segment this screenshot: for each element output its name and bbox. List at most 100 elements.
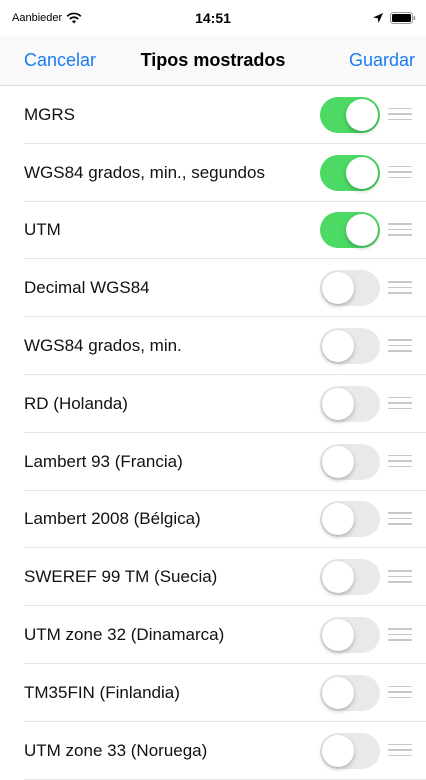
reorder-handle-line [388, 696, 412, 699]
cancel-button[interactable]: Cancelar [24, 50, 96, 71]
visibility-toggle[interactable] [320, 617, 380, 654]
reorder-handle-line [388, 754, 412, 757]
reorder-handle-icon[interactable] [388, 223, 412, 237]
list-item-label: Lambert 2008 (Bélgica) [24, 509, 201, 529]
reorder-handle-line [388, 165, 412, 168]
reorder-handle-line [388, 339, 412, 341]
toggle-knob [322, 561, 354, 594]
reorder-handle-line [388, 460, 412, 462]
reorder-handle-line [388, 512, 412, 514]
toggle-knob [322, 503, 354, 536]
list-item-label: WGS84 grados, min. [24, 336, 182, 356]
reorder-handle-line [388, 234, 412, 236]
reorder-handle-line [388, 286, 412, 289]
toggle-knob [322, 330, 354, 363]
list-item: Decimal WGS84 [0, 259, 426, 317]
reorder-handle-icon[interactable] [388, 454, 412, 469]
status-bar: Aanbieder 14:51 [0, 0, 426, 36]
reorder-handle-line [388, 581, 412, 583]
reorder-handle-line [388, 743, 412, 746]
visibility-toggle[interactable] [320, 385, 380, 422]
toggle-knob [346, 156, 378, 189]
visibility-toggle[interactable] [320, 674, 380, 711]
list-item: RD (Holanda) [0, 375, 426, 433]
list-item-label: UTM zone 33 (Noruega) [24, 740, 208, 760]
toggle-knob [322, 445, 354, 478]
reorder-handle-line [388, 628, 412, 630]
list-item-label: Lambert 93 (Francia) [24, 451, 183, 471]
save-button[interactable]: Guardar [349, 50, 415, 71]
reorder-handle-line [388, 292, 412, 294]
reorder-handle-line [388, 344, 412, 347]
list-item: MGRS [0, 86, 426, 144]
location-arrow-icon [373, 13, 383, 23]
list-item-label: UTM zone 32 (Dinamarca) [24, 625, 225, 645]
reorder-handle-line [388, 691, 412, 693]
toggle-knob [322, 619, 354, 652]
reorder-handle-line [388, 113, 412, 115]
reorder-handle-line [388, 575, 412, 578]
reorder-handle-line [388, 118, 412, 121]
list-item: UTM zone 33 (Noruega) [0, 722, 426, 780]
reorder-handle-line [388, 570, 412, 572]
navigation-bar: Cancelar Tipos mostrados Guardar [0, 36, 426, 86]
visibility-toggle[interactable] [320, 154, 380, 191]
visibility-toggle[interactable] [320, 559, 380, 596]
toggle-knob [322, 387, 354, 420]
reorder-handle-icon[interactable] [388, 512, 412, 526]
visibility-toggle[interactable] [320, 212, 380, 249]
visibility-toggle[interactable] [320, 732, 380, 769]
toggle-knob [322, 734, 354, 767]
reorder-handle-line [388, 517, 412, 520]
reorder-handle-icon[interactable] [388, 281, 412, 295]
reorder-handle-icon[interactable] [388, 570, 412, 584]
reorder-handle-line [388, 523, 412, 525]
reorder-handle-icon[interactable] [388, 339, 412, 353]
list-item: Lambert 2008 (Bélgica) [0, 491, 426, 549]
reorder-handle-line [388, 639, 412, 641]
visibility-toggle[interactable] [320, 501, 380, 538]
reorder-handle-line [388, 107, 412, 110]
reorder-handle-line [388, 171, 412, 173]
list-item: TM35FIN (Finlandia) [0, 664, 426, 722]
reorder-handle-line [388, 407, 412, 410]
visibility-toggle[interactable] [320, 328, 380, 365]
reorder-handle-line [388, 396, 412, 399]
reorder-handle-icon[interactable] [388, 396, 412, 411]
reorder-handle-icon[interactable] [388, 685, 412, 700]
reorder-handle-icon[interactable] [388, 165, 412, 180]
reorder-handle-line [388, 350, 412, 352]
battery-icon [390, 12, 416, 24]
list-item: Lambert 93 (Francia) [0, 433, 426, 491]
reorder-handle-line [388, 633, 412, 636]
visibility-toggle[interactable] [320, 443, 380, 480]
list-item: WGS84 grados, min., segundos [0, 144, 426, 202]
list-item-label: SWEREF 99 TM (Suecia) [24, 567, 218, 587]
coordinate-types-list: MGRS WGS84 grados, min., segundos UTM Decim… [0, 86, 426, 780]
toggle-knob [322, 272, 354, 305]
toggle-knob [322, 676, 354, 709]
list-item-label: TM35FIN (Finlandia) [24, 682, 180, 702]
reorder-handle-icon[interactable] [388, 743, 412, 758]
toggle-knob [346, 98, 378, 131]
status-right [372, 12, 416, 24]
reorder-handle-icon[interactable] [388, 628, 412, 642]
toggle-knob [346, 214, 378, 247]
reorder-handle-line [388, 176, 412, 179]
reorder-handle-line [388, 228, 412, 231]
reorder-handle-line [388, 465, 412, 468]
visibility-toggle[interactable] [320, 96, 380, 133]
list-item-label: RD (Holanda) [24, 393, 128, 413]
reorder-handle-line [388, 402, 412, 404]
reorder-handle-line [388, 685, 412, 688]
list-item-label: MGRS [24, 104, 75, 124]
visibility-toggle[interactable] [320, 270, 380, 307]
reorder-handle-line [388, 223, 412, 225]
list-item-label: WGS84 grados, min., segundos [24, 162, 265, 182]
reorder-handle-icon[interactable] [388, 107, 412, 122]
list-item: SWEREF 99 TM (Suecia) [0, 548, 426, 606]
list-item: WGS84 grados, min. [0, 317, 426, 375]
reorder-handle-line [388, 281, 412, 283]
list-item-label: Decimal WGS84 [24, 278, 150, 298]
carrier-label: Aanbieder [12, 12, 63, 24]
